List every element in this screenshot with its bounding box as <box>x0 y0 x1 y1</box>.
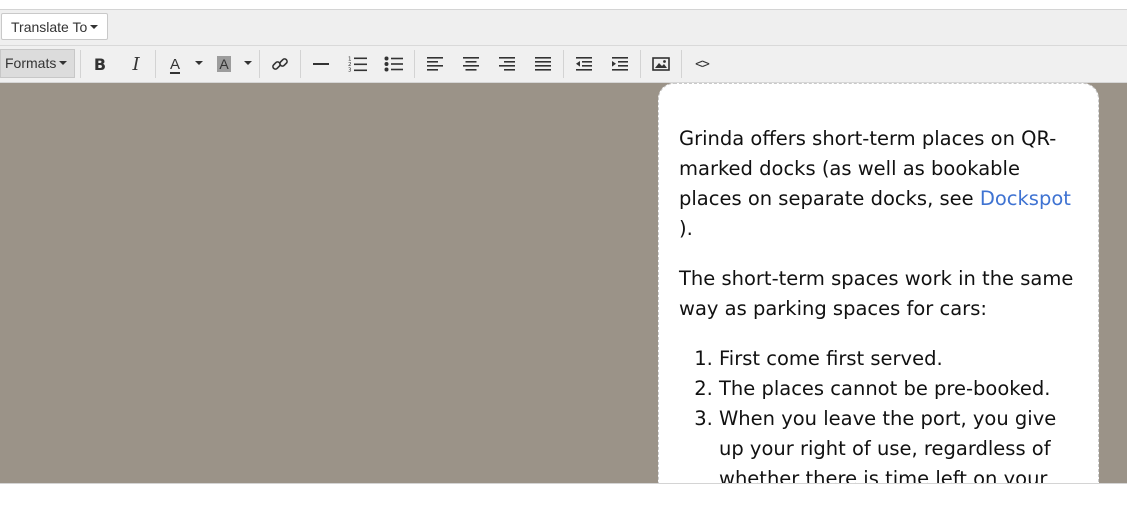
toolbar-divider <box>640 50 641 78</box>
svg-text:3: 3 <box>348 68 352 74</box>
bullet-list-icon <box>384 56 403 72</box>
content-card[interactable]: Grinda offers short-term places on QR-ma… <box>658 83 1099 483</box>
align-right-icon <box>499 57 515 71</box>
caret-down-icon <box>59 61 68 66</box>
toolbar-divider <box>155 50 156 78</box>
toolbar-divider <box>681 50 682 78</box>
caret-down-icon <box>90 25 99 30</box>
caret-down-icon <box>194 61 203 65</box>
text-color-icon: A <box>169 55 180 73</box>
text-color-dropdown[interactable] <box>190 51 204 77</box>
image-icon <box>652 57 670 71</box>
align-right-button[interactable] <box>493 51 521 77</box>
indent-button[interactable] <box>606 51 634 77</box>
background-color-icon: A <box>217 56 231 72</box>
italic-button[interactable]: I <box>123 51 149 77</box>
bold-icon: B <box>93 54 107 74</box>
top-bar: Translate To <box>0 10 1127 46</box>
toolbar-divider <box>563 50 564 78</box>
caret-down-icon <box>243 61 252 65</box>
outdent-button[interactable] <box>570 51 598 77</box>
align-left-icon <box>427 57 443 71</box>
source-code-icon: <> <box>695 56 710 72</box>
list-item: The places cannot be pre-booked. <box>719 374 1078 404</box>
horizontal-rule-button[interactable] <box>307 51 335 77</box>
justify-icon <box>535 57 551 71</box>
paragraph-rules-intro: The short-term spaces work in the same w… <box>679 267 1074 320</box>
bold-button[interactable]: B <box>87 51 113 77</box>
align-center-icon <box>463 57 479 71</box>
indent-icon <box>612 57 628 71</box>
numbered-list-icon: 123 <box>348 57 367 74</box>
list-item: When you leave the port, you give up you… <box>719 404 1078 483</box>
outdent-icon <box>576 57 592 71</box>
dockspot-link[interactable]: Dockspot <box>980 187 1071 210</box>
editor-toolbar: Formats B I A A 123 <> <box>0 46 1127 83</box>
insert-image-button[interactable] <box>647 51 675 77</box>
paragraph-intro: Grinda offers short-term places on QR-ma… <box>679 124 1078 244</box>
align-center-button[interactable] <box>457 51 485 77</box>
toolbar-divider <box>300 50 301 78</box>
formats-dropdown[interactable]: Formats <box>0 49 75 78</box>
translate-to-dropdown[interactable]: Translate To <box>1 13 109 40</box>
paragraph-intro-end: ). <box>679 217 693 240</box>
justify-button[interactable] <box>529 51 557 77</box>
link-button[interactable] <box>266 51 294 77</box>
numbered-list-button[interactable]: 123 <box>344 51 372 77</box>
toolbar-divider <box>259 50 260 78</box>
formats-label: Formats <box>5 55 57 71</box>
translate-to-label: Translate To <box>11 19 88 35</box>
list-item: First come first served. <box>719 344 1078 374</box>
toolbar-divider <box>80 50 81 78</box>
text-color-button[interactable]: A <box>162 51 188 77</box>
toolbar-divider <box>414 50 415 78</box>
rules-list: First come first served. The places cann… <box>679 344 1078 483</box>
background-color-dropdown[interactable] <box>239 51 253 77</box>
horizontal-rule-icon <box>313 63 329 65</box>
editor-frame: Translate To Formats B I A A 1 2 3 <> Gr… <box>0 9 1127 484</box>
background-color-button[interactable]: A <box>212 51 236 77</box>
link-icon <box>272 58 288 70</box>
bullet-list-button[interactable] <box>380 51 408 77</box>
source-code-button[interactable]: <> <box>688 51 716 77</box>
align-left-button[interactable] <box>421 51 449 77</box>
editor-content-area[interactable]: Grinda offers short-term places on QR-ma… <box>0 83 1127 483</box>
italic-icon: I <box>132 53 140 75</box>
